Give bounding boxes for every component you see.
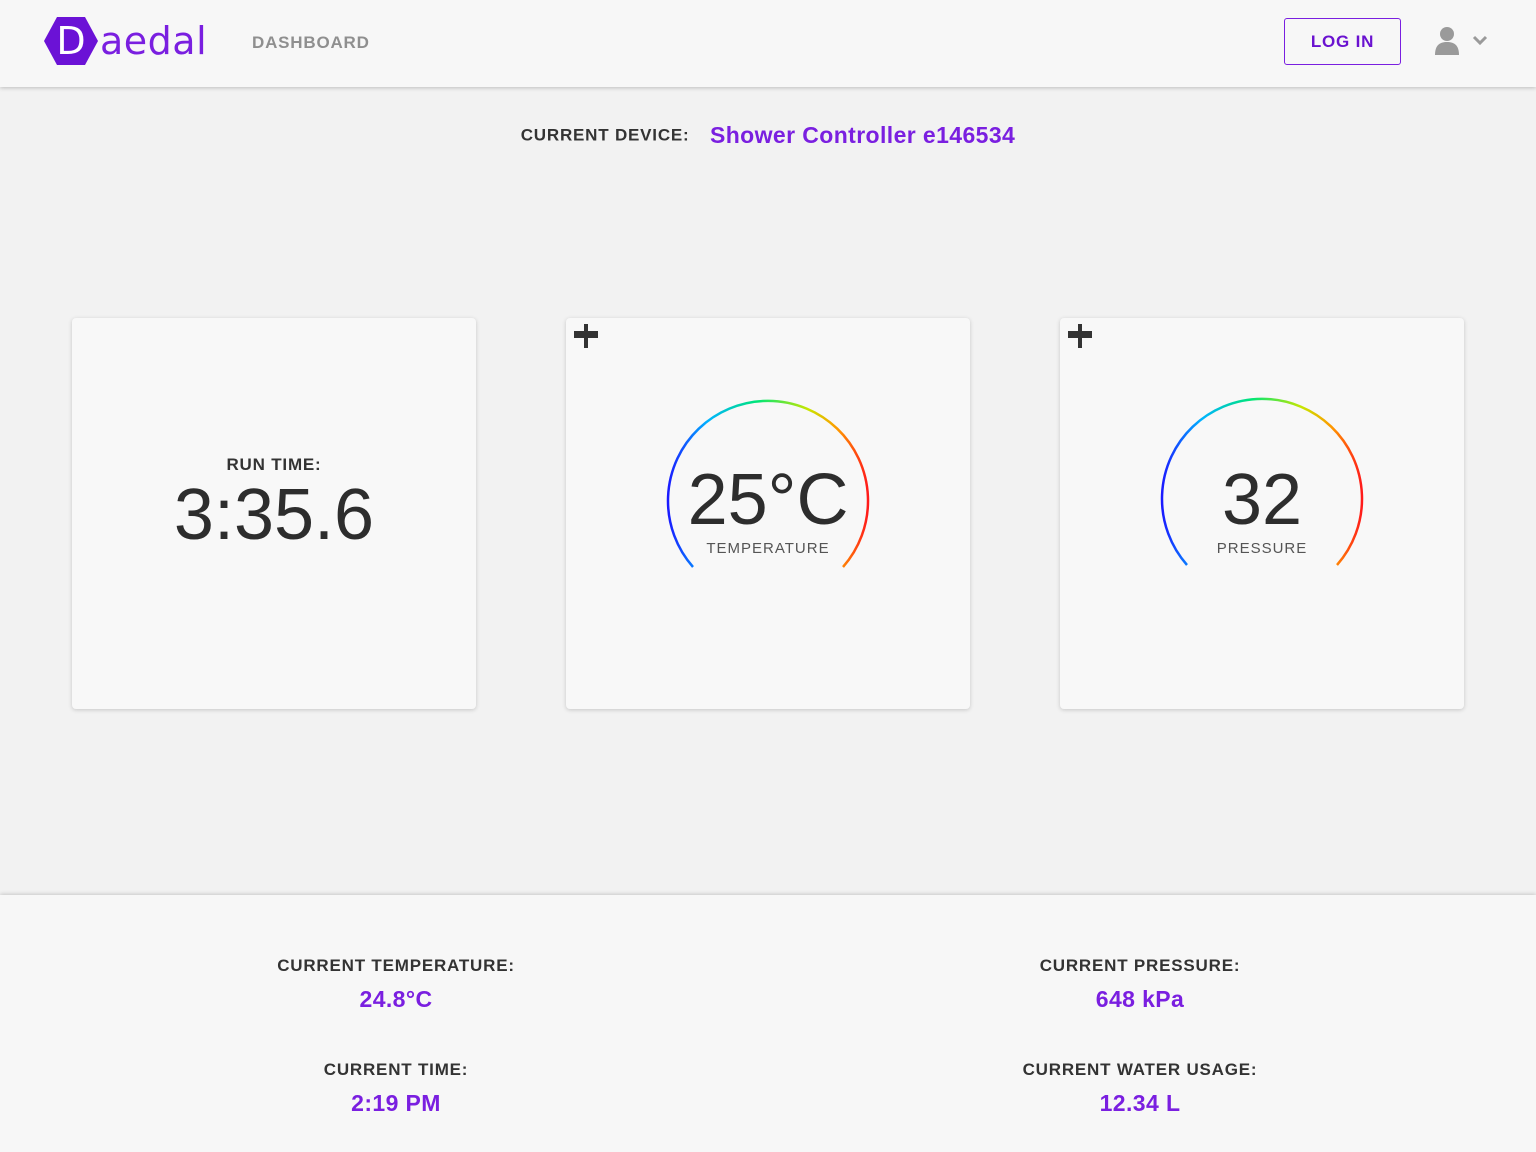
current-temperature-stat: CURRENT TEMPERATURE: 24.8°C bbox=[146, 956, 646, 1013]
temperature-gauge-label: TEMPERATURE bbox=[706, 540, 830, 557]
temperature-setpoint-value: 25°C bbox=[687, 460, 849, 540]
current-time-value: 2:19 PM bbox=[351, 1090, 441, 1116]
pressure-card: 32 PRESSURE bbox=[1060, 318, 1464, 709]
logo-wordmark: aedal bbox=[100, 19, 208, 63]
current-stats-panel: CURRENT TEMPERATURE: 24.8°C CURRENT PRES… bbox=[0, 895, 1536, 1152]
current-device-name[interactable]: Shower Controller e146534 bbox=[710, 122, 1015, 148]
current-time-stat: CURRENT TIME: 2:19 PM bbox=[146, 1060, 646, 1117]
user-menu-dropdown[interactable] bbox=[1434, 26, 1494, 58]
logo-initial: D bbox=[56, 19, 86, 63]
user-icon bbox=[1435, 27, 1459, 55]
top-navbar: D aedal DASHBOARD LOG IN bbox=[0, 0, 1536, 87]
pressure-setpoint-value: 32 bbox=[1221, 460, 1303, 540]
current-temperature-value: 24.8°C bbox=[359, 986, 433, 1012]
pressure-gauge-label: PRESSURE bbox=[1216, 540, 1308, 557]
daedal-logo[interactable]: D aedal bbox=[43, 16, 213, 70]
current-device-label: CURRENT DEVICE: bbox=[520, 125, 690, 145]
current-pressure-stat: CURRENT PRESSURE: 648 kPa bbox=[890, 956, 1390, 1013]
decrease-temperature-button[interactable] bbox=[566, 318, 606, 348]
chevron-down-icon bbox=[1472, 35, 1488, 46]
temperature-gauge[interactable]: 25°C TEMPERATURE bbox=[566, 318, 970, 709]
temperature-card: 25°C TEMPERATURE bbox=[566, 318, 970, 709]
login-button[interactable]: LOG IN bbox=[1284, 18, 1401, 65]
current-time-label: CURRENT TIME: bbox=[323, 1060, 469, 1079]
run-time-label: RUN TIME: bbox=[226, 455, 322, 474]
nav-dashboard-link[interactable]: DASHBOARD bbox=[252, 33, 370, 53]
current-pressure-label: CURRENT PRESSURE: bbox=[1039, 956, 1241, 975]
current-water-usage-stat: CURRENT WATER USAGE: 12.34 L bbox=[890, 1060, 1390, 1117]
current-water-usage-value: 12.34 L bbox=[1099, 1090, 1181, 1116]
current-temperature-label: CURRENT TEMPERATURE: bbox=[277, 956, 515, 975]
run-time-value: 3:35.6 bbox=[173, 475, 375, 555]
current-water-usage-label: CURRENT WATER USAGE: bbox=[1022, 1060, 1258, 1079]
run-time-card: RUN TIME: 3:35.6 bbox=[72, 318, 476, 709]
current-device-row: CURRENT DEVICE: Shower Controller e14653… bbox=[0, 122, 1536, 149]
decrease-pressure-button[interactable] bbox=[1060, 318, 1100, 348]
pressure-gauge[interactable]: 32 PRESSURE bbox=[1060, 318, 1464, 709]
current-pressure-value: 648 kPa bbox=[1095, 986, 1185, 1012]
